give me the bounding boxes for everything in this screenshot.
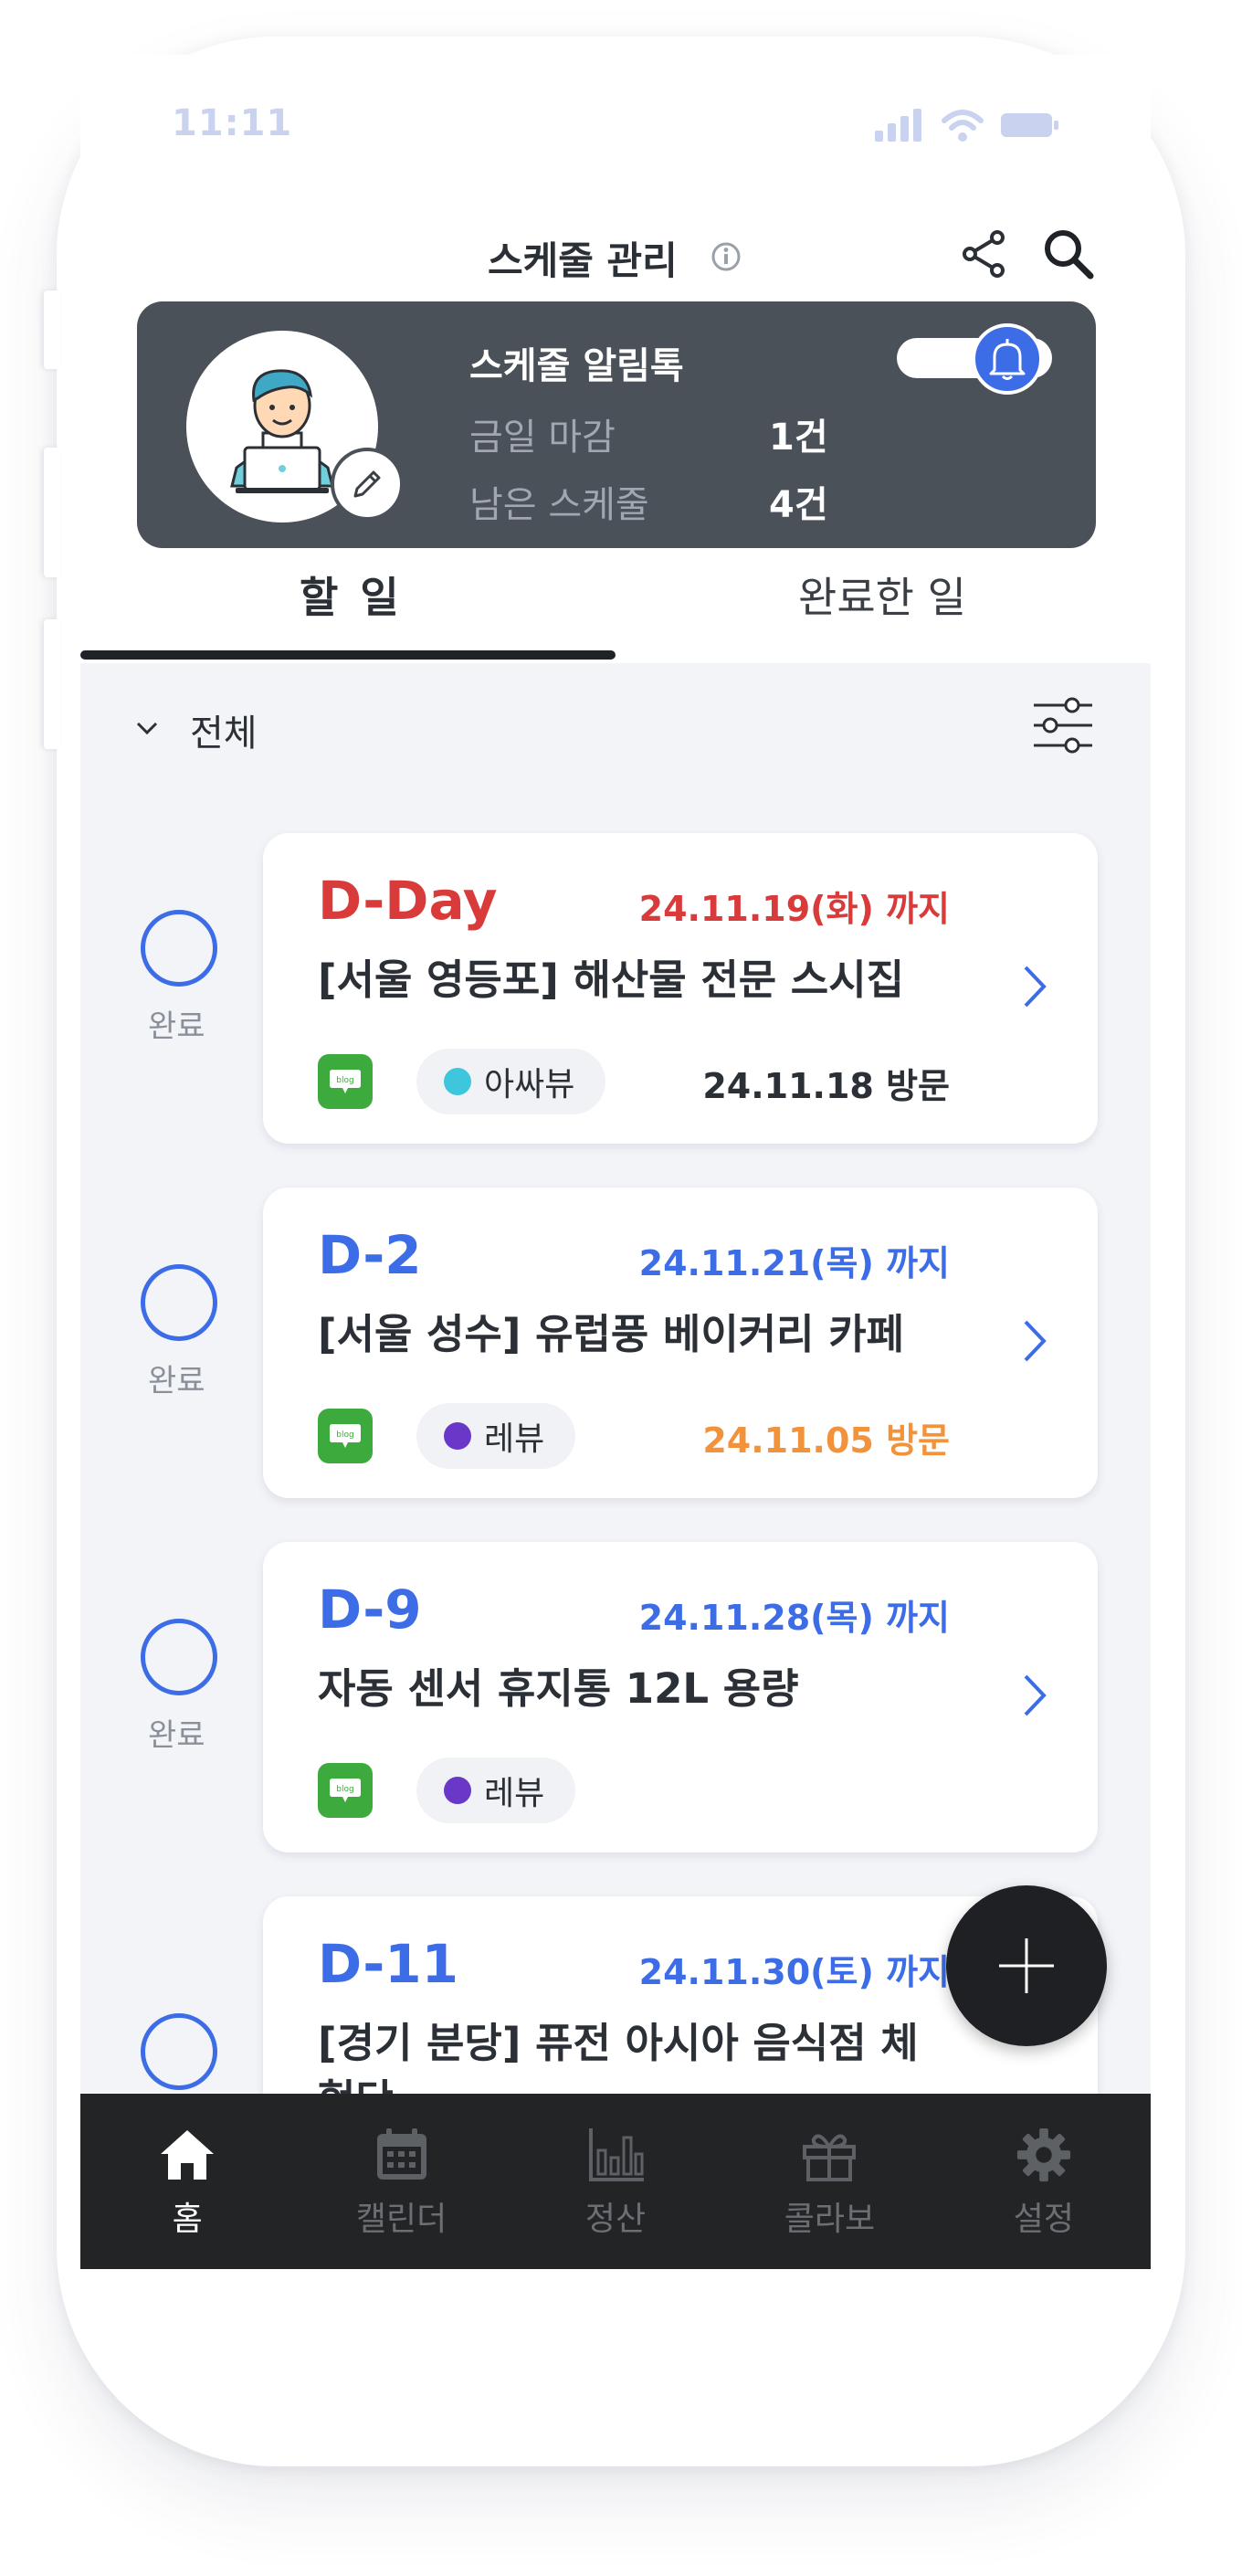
nav-label: 정산: [584, 2201, 647, 2238]
platform-tag: 레뷰: [416, 1403, 576, 1469]
chevron-down-icon[interactable]: [135, 720, 159, 736]
side-button: [44, 290, 60, 369]
status-icons: [875, 108, 1059, 143]
svg-text:blog: blog: [336, 1076, 353, 1085]
alarm-toggle-knob[interactable]: [972, 323, 1043, 395]
dday-label: D-11: [318, 1933, 459, 1995]
share-icon[interactable]: [959, 228, 1010, 280]
tab-todo[interactable]: 할 일: [300, 565, 403, 625]
complete-checkbox[interactable]: [141, 2013, 217, 2090]
tab-done[interactable]: 완료한 일: [798, 565, 966, 625]
complete-label: 완료: [148, 1008, 205, 1045]
svg-text:blog: blog: [336, 1785, 353, 1794]
card-title: [서울 성수] 유럽풍 베이커리 카페: [318, 1310, 904, 1358]
card-title: 자동 센서 휴지통 12L 용량: [318, 1664, 799, 1713]
add-schedule-button[interactable]: [946, 1885, 1107, 2046]
nav-calendar[interactable]: 캘린더: [294, 2094, 508, 2269]
chevron-right-icon[interactable]: [1021, 1317, 1048, 1365]
status-time: 11:11: [172, 102, 293, 144]
alarm-title: 스케줄 알림톡: [469, 345, 684, 387]
pencil-icon: [353, 470, 381, 498]
visit-date: 24.11.05 방문: [702, 1420, 950, 1461]
chart-icon: [589, 2128, 645, 2181]
complete-checkbox[interactable]: [141, 1619, 217, 1695]
platform-tag: 아싸뷰: [416, 1049, 606, 1114]
platform-tag-label: 레뷰: [484, 1420, 545, 1458]
filter-settings-icon[interactable]: [1030, 696, 1096, 755]
nav-label: 홈: [172, 2201, 203, 2238]
chevron-right-icon[interactable]: [1021, 1672, 1048, 1719]
due-date: 24.11.21(목) 까지: [638, 1243, 950, 1283]
blog-icon: blog: [318, 1763, 373, 1818]
platform-tag-label: 레뷰: [484, 1775, 545, 1812]
nav-home[interactable]: 홈: [80, 2094, 294, 2269]
side-button: [44, 448, 60, 577]
nav-label: 캘린더: [355, 2201, 447, 2238]
dday-label: D-2: [318, 1224, 422, 1286]
today-deadline-label: 금일 마감: [469, 417, 616, 459]
nav-settlement[interactable]: 정산: [509, 2094, 722, 2269]
signal-icon: [875, 109, 921, 142]
bell-icon: [989, 339, 1026, 380]
platform-dot: [444, 1777, 471, 1804]
home-icon: [161, 2130, 215, 2180]
gear-icon: [1016, 2127, 1070, 2182]
due-date: 24.11.28(목) 까지: [638, 1598, 950, 1638]
filter-dropdown[interactable]: 전체: [190, 703, 258, 756]
platform-tag-label: 아싸뷰: [484, 1066, 575, 1103]
complete-checkbox[interactable]: [141, 910, 217, 987]
nav-label: 콜라보: [784, 2201, 876, 2238]
plus-icon: [999, 1938, 1054, 1993]
svg-text:blog: blog: [336, 1431, 353, 1440]
gift-icon: [803, 2134, 857, 2181]
remaining-schedule-value: 4건: [769, 484, 828, 526]
complete-label: 완료: [148, 1717, 205, 1754]
platform-tag: 레뷰: [416, 1758, 576, 1823]
blog-icon: blog: [318, 1054, 373, 1109]
info-icon[interactable]: [710, 241, 742, 272]
dday-label: D-9: [318, 1578, 422, 1641]
nav-settings[interactable]: 설정: [937, 2094, 1151, 2269]
search-icon[interactable]: [1041, 227, 1096, 281]
screen: 11:11 스케줄 관리 스케줄 알림톡 금일 마감 1건 남은 스케줄 4건 …: [80, 55, 1151, 2269]
battery-icon: [1001, 113, 1058, 137]
app-header: 스케줄 관리: [80, 192, 1151, 301]
chevron-right-icon[interactable]: [1021, 963, 1048, 1010]
tab-indicator: [80, 650, 616, 660]
schedule-card[interactable]: D-Day 24.11.19(화) 까지 [서울 영등포] 해산물 전문 스시집…: [263, 833, 1098, 1144]
today-deadline-value: 1건: [769, 417, 828, 459]
platform-dot: [444, 1422, 471, 1450]
side-button: [44, 619, 60, 749]
blog-icon: blog: [318, 1409, 373, 1463]
schedule-card[interactable]: D-9 24.11.28(목) 까지 자동 센서 휴지통 12L 용량 blog…: [263, 1542, 1098, 1853]
wifi-icon: [942, 110, 984, 142]
tab-bar: 할 일 완료한 일: [80, 548, 1151, 663]
page-title: 스케줄 관리: [488, 238, 678, 283]
nav-collabo[interactable]: 콜라보: [722, 2094, 936, 2269]
visit-date: 24.11.18 방문: [702, 1066, 950, 1106]
remaining-schedule-label: 남은 스케줄: [469, 484, 649, 526]
nav-label: 설정: [1013, 2201, 1074, 2238]
bottom-nav: 홈 캘린더 정산 콜라보 설정: [80, 2094, 1151, 2269]
due-date: 24.11.19(화) 까지: [638, 889, 950, 929]
dday-label: D-Day: [318, 870, 498, 932]
profile-card: 스케줄 알림톡 금일 마감 1건 남은 스케줄 4건: [137, 301, 1096, 548]
edit-avatar-button[interactable]: [331, 448, 404, 521]
card-title: [서울 영등포] 해산물 전문 스시집: [318, 955, 904, 1004]
complete-label: 완료: [148, 1363, 205, 1399]
schedule-card[interactable]: D-2 24.11.21(목) 까지 [서울 성수] 유럽풍 베이커리 카페 b…: [263, 1188, 1098, 1498]
complete-checkbox[interactable]: [141, 1264, 217, 1341]
calendar-icon: [376, 2128, 426, 2180]
platform-dot: [444, 1068, 471, 1095]
due-date: 24.11.30(토) 까지: [638, 1952, 950, 1992]
